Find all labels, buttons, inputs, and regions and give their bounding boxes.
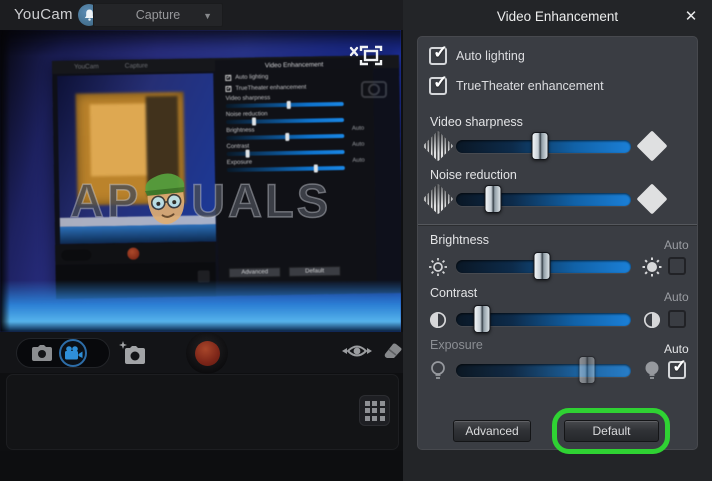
- noise-slider-handle[interactable]: [484, 185, 502, 213]
- panel-title: Video Enhancement: [496, 9, 619, 24]
- auto-lighting-label: Auto lighting: [456, 49, 525, 63]
- webcam-preview: YouCam Capture Video Enhancement ✓ Auto l…: [0, 30, 401, 332]
- gallery-grid-button[interactable]: [359, 395, 390, 426]
- brightness-label: Brightness: [430, 233, 490, 247]
- media-gallery-strip: [6, 374, 399, 450]
- brightness-auto-label: Auto: [664, 238, 689, 252]
- brightness-high-icon: [640, 255, 664, 279]
- exposure-auto-checkbox[interactable]: ✓: [668, 356, 687, 379]
- recursion-level-4: [145, 95, 180, 197]
- noise-min-icon: [422, 183, 454, 215]
- title-bar: YouCam Capture ▼: [0, 0, 403, 30]
- eraser-button[interactable]: [380, 342, 402, 362]
- capture-dropdown[interactable]: Capture ▼: [93, 3, 223, 27]
- sharpness-slider[interactable]: [456, 132, 631, 160]
- contrast-auto-checkbox[interactable]: ✓: [668, 310, 686, 328]
- exposure-slider-handle: [578, 356, 596, 384]
- photo-shadow-top: [0, 30, 401, 56]
- noise-max-icon: [636, 183, 668, 215]
- sharpness-max-icon: [636, 130, 668, 162]
- brightness-slider[interactable]: [456, 252, 631, 280]
- youcam-app-window: YouCam Capture ▼ YouCam Capture Video En…: [0, 0, 712, 481]
- contrast-low-icon: [426, 308, 450, 332]
- noise-slider-row: [418, 183, 699, 215]
- video-camera-icon: [64, 346, 82, 360]
- capture-toolbar: [0, 332, 403, 374]
- contrast-slider[interactable]: [456, 305, 631, 333]
- recursive-screen-glow: [59, 224, 217, 244]
- advanced-button[interactable]: Advanced: [453, 420, 531, 442]
- fullscreen-icon: [349, 45, 383, 66]
- enhancement-card: ✓ Auto lighting ✓ TrueTheater enhancemen…: [417, 36, 699, 454]
- sharpness-slider-handle[interactable]: [531, 132, 549, 160]
- recursive-video-area: [57, 73, 217, 244]
- record-dot-icon: [194, 340, 220, 366]
- record-button[interactable]: [186, 332, 228, 374]
- exposure-low-icon: [426, 359, 450, 383]
- contrast-high-icon: [640, 308, 664, 332]
- exposure-slider: [456, 356, 631, 384]
- exposure-high-icon: [640, 359, 664, 383]
- recursion-level-3: [89, 103, 149, 177]
- footer-strip: [0, 451, 403, 481]
- monitor-glow: [0, 280, 401, 332]
- noise-slider[interactable]: [456, 185, 631, 213]
- recursive-toolbar: [55, 242, 216, 266]
- contrast-auto-label: Auto: [664, 290, 689, 304]
- sharpness-label: Video sharpness: [430, 115, 523, 129]
- close-icon: ✕: [684, 8, 698, 25]
- recursive-youcam-window: YouCam Capture Video Enhancement ✓ Auto l…: [51, 54, 401, 300]
- photo-camera-icon: [32, 345, 52, 361]
- brightness-low-icon: [426, 255, 450, 279]
- check-icon: ✓: [672, 356, 688, 376]
- noise-label: Noise reduction: [430, 168, 517, 182]
- photo-mode-button[interactable]: [27, 340, 57, 366]
- section-divider: [418, 224, 697, 225]
- recursion-level-2: [75, 91, 186, 206]
- close-button[interactable]: ✕: [681, 7, 701, 27]
- truetheater-label: TrueTheater enhancement: [456, 79, 604, 93]
- webcam-photo-content: YouCam Capture Video Enhancement ✓ Auto l…: [0, 30, 401, 332]
- video-mode-button[interactable]: [59, 339, 87, 367]
- app-title: YouCam: [14, 6, 73, 23]
- check-icon: ✓: [433, 72, 449, 92]
- auto-lighting-checkbox[interactable]: ✓: [429, 42, 448, 65]
- chevron-down-icon: ▼: [203, 11, 212, 21]
- sharpness-slider-row: [418, 130, 699, 162]
- exposure-auto-label: Auto: [664, 342, 689, 356]
- sharpness-min-icon: [422, 130, 454, 162]
- brightness-slider-handle[interactable]: [533, 252, 551, 280]
- contrast-slider-row: ✓: [418, 305, 699, 333]
- annotation-highlight-ring: [552, 408, 670, 454]
- brightness-slider-row: ✓: [418, 252, 699, 280]
- exposure-slider-row: ✓: [418, 356, 699, 384]
- photo-shadow-left: [0, 30, 10, 332]
- compare-preview-button[interactable]: [342, 342, 372, 362]
- check-icon: ✓: [433, 42, 449, 62]
- recursive-mode-pill: [61, 249, 92, 261]
- truetheater-checkbox[interactable]: ✓: [429, 72, 448, 95]
- eraser-icon: [384, 343, 402, 358]
- recursive-enhancement-panel: Video Enhancement ✓ Auto lighting ✓ TrueTh…: [214, 57, 377, 285]
- compare-eye-icon: [342, 345, 372, 357]
- capture-mode-toggle: [16, 338, 110, 368]
- ghost-camera-icon: [361, 78, 387, 103]
- video-enhancement-panel: Video Enhancement ✕ ✓ Auto lighting ✓ Tr…: [403, 0, 712, 481]
- snapshot-button[interactable]: [118, 340, 148, 366]
- fullscreen-button[interactable]: [345, 42, 385, 70]
- exposure-label: Exposure: [430, 338, 483, 352]
- recursive-record-dot: [127, 247, 140, 260]
- contrast-slider-handle[interactable]: [473, 305, 491, 333]
- sparkle-camera-icon: [119, 341, 145, 364]
- brightness-auto-checkbox[interactable]: ✓: [668, 257, 686, 275]
- contrast-label: Contrast: [430, 286, 478, 300]
- capture-dropdown-label: Capture: [135, 8, 181, 22]
